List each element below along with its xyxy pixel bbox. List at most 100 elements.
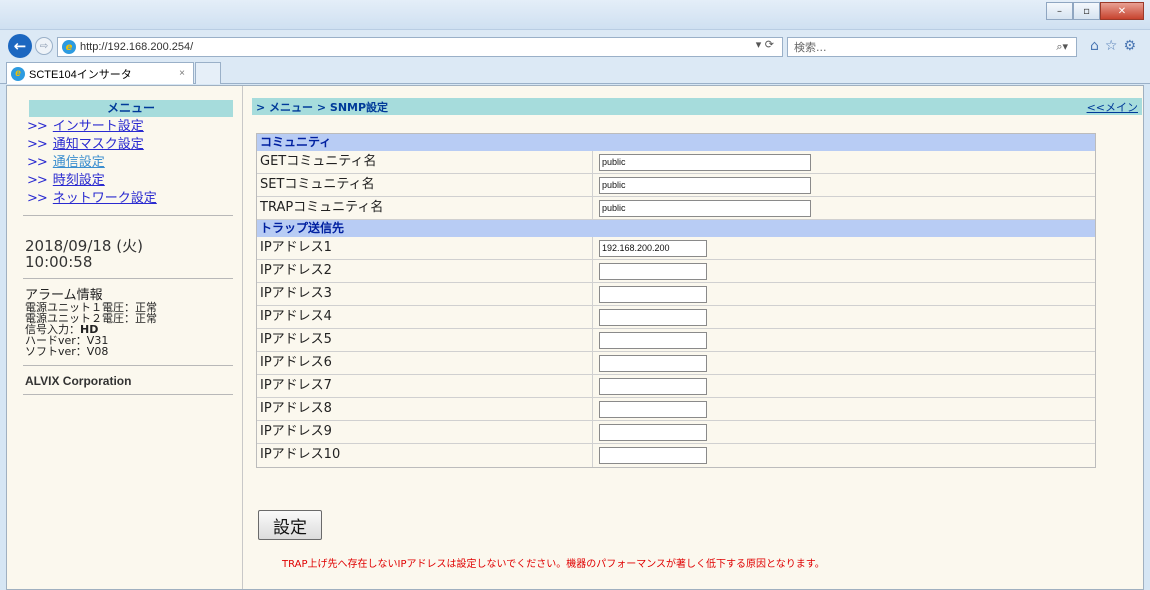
menu-item-insert-settings[interactable]: >> インサート設定: [27, 118, 233, 136]
sidebar: メニュー >> インサート設定 >> 通知マスク設定 >> 通信設定 >> 時刻設定 >…: [7, 86, 243, 589]
search-input[interactable]: 検索... ⌕▾: [787, 37, 1077, 57]
gear-icon[interactable]: ⚙: [1123, 38, 1136, 54]
favorites-star-icon[interactable]: ☆: [1105, 38, 1118, 54]
ip-address-9-input[interactable]: [599, 423, 707, 441]
row-label: IPアドレス8: [257, 398, 593, 420]
menu-item-notify-mask-settings[interactable]: >> 通知マスク設定: [27, 136, 233, 154]
snmp-settings-table: コミュニティ GETコミュニティ名 public SETコミュニティ名 public…: [256, 133, 1096, 468]
table-row: IPアドレス2: [257, 260, 1095, 283]
row-label: IPアドレス1: [257, 237, 593, 259]
web-page: メニュー >> インサート設定 >> 通知マスク設定 >> 通信設定 >> 時刻設定 >…: [6, 85, 1144, 590]
menu-arrow-icon: >>: [27, 155, 48, 170]
minimize-button[interactable]: –: [1046, 2, 1073, 20]
current-datetime: 2018/09/18 (火) 10:00:58: [25, 238, 143, 270]
menu-item-label[interactable]: 時刻設定: [53, 173, 105, 188]
set-community-input[interactable]: public: [599, 176, 811, 194]
current-time: 10:00:58: [25, 253, 93, 271]
ip-address-2-input[interactable]: [599, 262, 707, 280]
table-row: IPアドレス5: [257, 329, 1095, 352]
ip-address-8-input[interactable]: [599, 400, 707, 418]
tab-scte104[interactable]: e SCTE104インサータ ×: [6, 62, 194, 84]
row-label: TRAPコミュニティ名: [257, 197, 593, 219]
row-label: IPアドレス7: [257, 375, 593, 397]
table-row: IPアドレス3: [257, 283, 1095, 306]
row-label: IPアドレス6: [257, 352, 593, 374]
window-titlebar: – ▫ ✕: [0, 0, 1150, 30]
divider: [23, 215, 233, 216]
address-url: http://192.168.200.254/: [80, 41, 194, 53]
table-row: IPアドレス4: [257, 306, 1095, 329]
row-label: SETコミュニティ名: [257, 174, 593, 196]
main-content: > メニュー > SNMP設定 <<メイン コミュニティ GETコミュニティ名 p…: [250, 86, 1143, 589]
ie-logo-icon: e: [62, 40, 76, 54]
refresh-icon[interactable]: ▾ ⟳: [756, 38, 774, 51]
maximize-button[interactable]: ▫: [1073, 2, 1100, 20]
window-controls: – ▫ ✕: [1046, 2, 1144, 20]
home-icon[interactable]: ⌂: [1090, 38, 1099, 54]
new-tab-button[interactable]: [195, 62, 221, 84]
soft-version: ソフトver：V08: [25, 345, 109, 358]
menu-item-label[interactable]: 通信設定: [53, 155, 105, 170]
address-bar[interactable]: e http://192.168.200.254/ ▾ ⟳: [57, 37, 783, 57]
menu-item-network-settings[interactable]: >> ネットワーク設定: [27, 190, 233, 208]
navigation-bar: ← ⇨ e http://192.168.200.254/ ▾ ⟳ 検索... …: [0, 30, 1150, 62]
menu-arrow-icon: >>: [27, 173, 48, 188]
tab-bar: e SCTE104インサータ ×: [0, 62, 1150, 84]
row-label: IPアドレス5: [257, 329, 593, 351]
table-row: GETコミュニティ名 public: [257, 151, 1095, 174]
menu-arrow-icon: >>: [27, 119, 48, 134]
row-label: IPアドレス3: [257, 283, 593, 305]
breadcrumb: > メニュー > SNMP設定: [256, 101, 389, 114]
back-button[interactable]: ←: [8, 34, 32, 58]
table-row: IPアドレス6: [257, 352, 1095, 375]
alarm-info: アラーム情報 電源ユニット１電圧：正常 電源ユニット２電圧：正常 信号入力：HD…: [25, 289, 157, 357]
submit-button[interactable]: 設定: [258, 510, 322, 540]
current-date: 2018/09/18 (火): [25, 237, 143, 255]
row-label: IPアドレス10: [257, 444, 593, 467]
ie-tab-icon: e: [11, 66, 25, 81]
divider: [23, 394, 233, 395]
table-row: IPアドレス7: [257, 375, 1095, 398]
breadcrumb-bar: > メニュー > SNMP設定 <<メイン: [252, 98, 1142, 115]
menu-item-time-settings[interactable]: >> 時刻設定: [27, 172, 233, 190]
get-community-input[interactable]: public: [599, 153, 811, 171]
close-window-button[interactable]: ✕: [1100, 2, 1144, 20]
menu-item-label[interactable]: インサート設定: [53, 119, 144, 134]
table-row: IPアドレス10: [257, 444, 1095, 467]
menu-item-label[interactable]: ネットワーク設定: [53, 191, 157, 206]
search-icon[interactable]: ⌕▾: [1056, 40, 1068, 54]
forward-button[interactable]: ⇨: [35, 37, 53, 55]
ip-address-1-input[interactable]: 192.168.200.200: [599, 239, 707, 257]
table-row: IPアドレス9: [257, 421, 1095, 444]
forward-arrow-icon: ⇨: [39, 40, 49, 52]
warning-message: TRAP上げ先へ存在しないIPアドレスは設定しないでください。機器のパフォーマン…: [282, 559, 825, 570]
community-section-header: コミュニティ: [257, 134, 1095, 151]
tab-title: SCTE104インサータ: [29, 68, 132, 81]
ip-address-3-input[interactable]: [599, 285, 707, 303]
main-link[interactable]: <<メイン: [1087, 99, 1138, 115]
menu-arrow-icon: >>: [27, 191, 48, 206]
ip-address-5-input[interactable]: [599, 331, 707, 349]
divider: [23, 278, 233, 279]
ip-address-6-input[interactable]: [599, 354, 707, 372]
row-label: GETコミュニティ名: [257, 151, 593, 173]
menu-item-communication-settings[interactable]: >> 通信設定: [27, 154, 233, 172]
table-row: SETコミュニティ名 public: [257, 174, 1095, 197]
menu-list: >> インサート設定 >> 通知マスク設定 >> 通信設定 >> 時刻設定 >> ネットワ…: [27, 118, 233, 208]
row-label: IPアドレス2: [257, 260, 593, 282]
company-name: ALVIX Corporation: [25, 374, 132, 388]
table-row: IPアドレス1 192.168.200.200: [257, 237, 1095, 260]
back-arrow-icon: ←: [13, 37, 27, 55]
trap-community-input[interactable]: public: [599, 199, 811, 217]
ip-address-7-input[interactable]: [599, 377, 707, 395]
trap-section-header: トラップ送信先: [257, 220, 1095, 237]
ip-address-10-input[interactable]: [599, 447, 707, 464]
menu-header: メニュー: [29, 100, 233, 117]
ip-address-4-input[interactable]: [599, 308, 707, 326]
menu-item-label[interactable]: 通知マスク設定: [53, 137, 144, 152]
toolbar-icons: ⌂ ☆ ⚙: [1090, 38, 1136, 54]
menu-arrow-icon: >>: [27, 137, 48, 152]
row-label: IPアドレス4: [257, 306, 593, 328]
table-row: IPアドレス8: [257, 398, 1095, 421]
close-tab-icon[interactable]: ×: [179, 68, 185, 79]
